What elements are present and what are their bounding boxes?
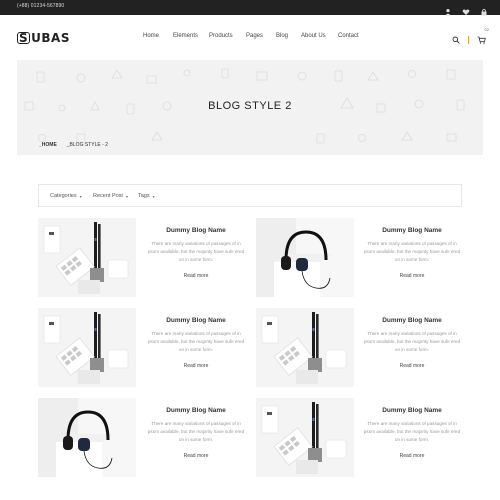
blog-thumbnail[interactable] [256, 398, 354, 477]
read-more-link[interactable]: Read more [184, 363, 209, 369]
blog-title[interactable]: Dummy Blog Name [146, 227, 246, 234]
filter-categories-label: Categories [50, 193, 77, 199]
chevron-down-icon: ▾ [152, 193, 155, 199]
blog-filter-bar: Categories ▾ Recent Post ▾ Tags ▾ [38, 184, 462, 207]
blog-excerpt: There are many variations of passages of… [363, 421, 461, 442]
page-hero: BLOG STYLE 2 _HOME _BLOG STYLE - 2 [17, 60, 483, 155]
nav-about-us[interactable]: About Us [301, 33, 326, 39]
read-more-link[interactable]: Read more [184, 273, 209, 279]
lock-icon[interactable] [480, 3, 488, 16]
blog-excerpt: There are many variations of passages of… [363, 331, 461, 352]
blog-title[interactable]: Dummy Blog Name [146, 317, 246, 324]
heart-icon[interactable] [462, 3, 470, 15]
filter-recent-post-label: Recent Post [93, 193, 123, 199]
search-icon[interactable] [452, 31, 460, 49]
blog-excerpt: There are many variations of passages of… [363, 241, 461, 262]
blog-card-text: Dummy Blog Name There are many variation… [362, 317, 462, 372]
blog-card-text: Dummy Blog Name There are many variation… [146, 407, 246, 462]
blog-thumbnail[interactable] [256, 218, 354, 297]
page-title: BLOG STYLE 2 [208, 100, 292, 112]
read-more-link[interactable]: Read more [184, 453, 209, 459]
blog-excerpt: There are many variations of passages of… [147, 421, 245, 442]
blog-title[interactable]: Dummy Blog Name [146, 407, 246, 414]
cart-count: 02 [484, 27, 489, 32]
blog-thumbnail[interactable] [38, 218, 136, 297]
breadcrumb-home[interactable]: _HOME [39, 142, 57, 148]
blog-thumbnail[interactable] [256, 308, 354, 387]
breadcrumb: _HOME _BLOG STYLE - 2 [39, 142, 108, 148]
filter-categories[interactable]: Categories ▾ [50, 193, 82, 199]
nav-contact[interactable]: Contact [338, 33, 359, 39]
nav-home[interactable]: Home [143, 33, 159, 39]
top-bar: (+88) 01234-567890 [0, 0, 500, 16]
blog-thumbnail[interactable] [38, 308, 136, 387]
logo-mark: S [17, 31, 31, 45]
read-more-link[interactable]: Read more [400, 453, 425, 459]
user-icon[interactable] [444, 3, 452, 16]
blog-thumbnail[interactable] [38, 398, 136, 477]
blog-card-text: Dummy Blog Name There are many variation… [362, 227, 462, 282]
blog-card-text: Dummy Blog Name There are many variation… [146, 317, 246, 372]
cart-button[interactable]: 02 [477, 27, 489, 49]
header-divider [468, 36, 469, 44]
read-more-link[interactable]: Read more [400, 273, 425, 279]
filter-tags-label: Tags [138, 193, 150, 199]
filter-tags[interactable]: Tags ▾ [138, 193, 155, 199]
nav-elements[interactable]: Elements [173, 33, 198, 39]
logo-text: UBAS [31, 31, 70, 45]
nav-products[interactable]: Products [209, 33, 233, 39]
blog-title[interactable]: Dummy Blog Name [362, 407, 462, 414]
read-more-link[interactable]: Read more [400, 363, 425, 369]
nav-blog[interactable]: Blog [276, 33, 288, 39]
breadcrumb-current: _BLOG STYLE - 2 [66, 142, 108, 148]
filter-recent-post[interactable]: Recent Post ▾ [93, 193, 128, 199]
blog-excerpt: There are many variations of passages of… [147, 241, 245, 262]
blog-title[interactable]: Dummy Blog Name [362, 227, 462, 234]
blog-card-text: Dummy Blog Name There are many variation… [362, 407, 462, 462]
blog-title[interactable]: Dummy Blog Name [362, 317, 462, 324]
chevron-down-icon: ▾ [79, 193, 82, 199]
nav-pages[interactable]: Pages [246, 33, 263, 39]
phone-number: (+88) 01234-567890 [17, 3, 65, 9]
cart-icon [477, 31, 486, 48]
blog-card-text: Dummy Blog Name There are many variation… [146, 227, 246, 282]
site-logo[interactable]: S UBAS [17, 31, 70, 45]
chevron-down-icon: ▾ [125, 193, 128, 199]
blog-excerpt: There are many variations of passages of… [147, 331, 245, 352]
